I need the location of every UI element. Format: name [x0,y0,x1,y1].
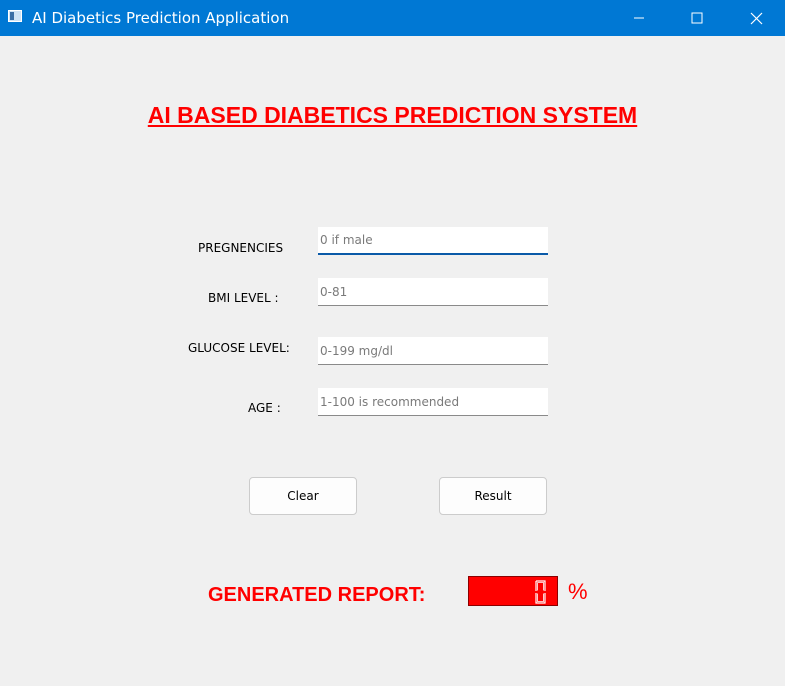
close-button[interactable] [727,0,785,36]
age-field[interactable] [318,388,548,416]
minimize-button[interactable] [610,0,668,36]
age-label: AGE : [248,401,281,415]
pregnancies-field[interactable] [318,227,548,255]
minimize-icon [634,17,644,19]
clear-button[interactable]: Clear [249,477,357,515]
bmi-label: BMI LEVEL : [208,291,279,305]
glucose-label: GLUCOSE LEVEL: [188,341,290,355]
percent-sign: % [568,579,588,604]
maximize-icon [691,12,703,24]
report-lcd-display: 0 [468,576,558,606]
title-bar: AI Diabetics Prediction Application [0,0,785,36]
window-title: AI Diabetics Prediction Application [32,9,290,27]
app-icon [8,10,22,22]
bmi-field[interactable] [318,278,548,306]
close-icon [750,12,762,24]
page-title: AI BASED DIABETICS PREDICTION SYSTEM [147,102,638,128]
maximize-button[interactable] [668,0,726,36]
report-label: GENERATED REPORT: [208,584,426,606]
result-button[interactable]: Result [439,477,547,515]
glucose-field[interactable] [318,337,548,365]
lcd-digit [535,580,546,604]
pregnancies-label: PREGNENCIES [198,241,284,255]
